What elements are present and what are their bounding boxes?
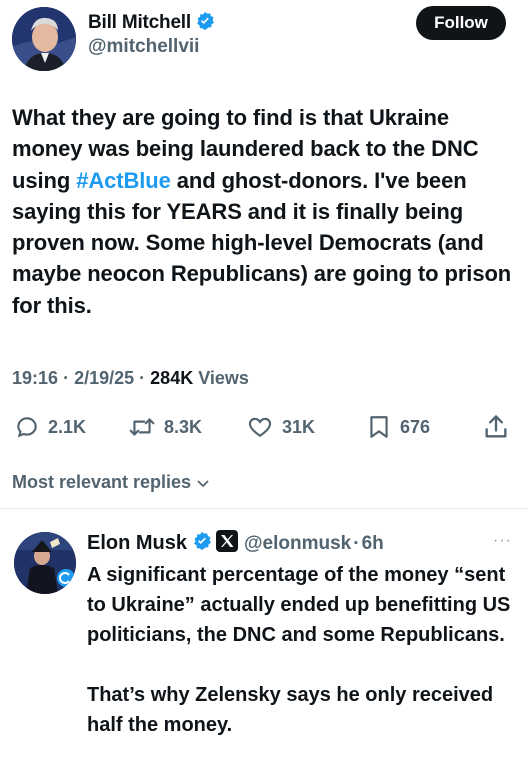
- tweet-time[interactable]: 19:16: [12, 368, 58, 388]
- meta-separator: ·: [139, 368, 146, 388]
- reply-count: 2.1K: [48, 416, 87, 437]
- bookmark-icon: [370, 416, 388, 438]
- like-icon: [248, 417, 272, 437]
- reply-sort-label: Most relevant replies: [12, 472, 192, 492]
- like-count: 31K: [282, 416, 316, 437]
- verified-badge-icon: [192, 531, 212, 556]
- reply-age[interactable]: 6h: [362, 533, 384, 555]
- reply-button[interactable]: 2.1K: [14, 412, 86, 442]
- meta-separator: ·: [63, 368, 70, 388]
- tweet-date[interactable]: 2/19/25: [74, 368, 134, 388]
- like-button[interactable]: 31K: [246, 412, 315, 442]
- reply-author-avatar[interactable]: [14, 532, 76, 594]
- hashtag-link[interactable]: #ActBlue: [76, 168, 171, 193]
- reply-paragraph: A significant percentage of the money “s…: [87, 564, 511, 646]
- share-icon: [485, 415, 507, 438]
- reply-separator: ·: [353, 532, 360, 554]
- tweet-text: What they are going to find is that Ukra…: [12, 102, 518, 321]
- reply-author-handle[interactable]: @elonmusk: [244, 533, 351, 555]
- more-icon[interactable]: ···: [493, 532, 512, 550]
- reply-sort-dropdown[interactable]: Most relevant replies: [12, 472, 211, 493]
- verified-badge-icon: [195, 11, 215, 37]
- follow-button[interactable]: Follow: [416, 6, 506, 40]
- bookmark-count: 676: [400, 416, 431, 437]
- reply-header: Elon Musk @elonmusk · 6h: [87, 530, 384, 557]
- reply-text: A significant percentage of the money “s…: [87, 560, 517, 770]
- chevron-down-icon: [197, 479, 209, 487]
- repost-button[interactable]: 8.3K: [128, 412, 202, 442]
- reply-paragraph: That’s why Zelensky says he only receive…: [87, 684, 494, 736]
- share-button[interactable]: [482, 412, 518, 442]
- x-logo-icon: [216, 530, 239, 557]
- repost-icon: [129, 418, 155, 436]
- repost-count: 8.3K: [164, 416, 203, 437]
- views-label: Views: [198, 368, 249, 388]
- views-count[interactable]: 284K: [150, 368, 193, 388]
- author-name[interactable]: Bill Mitchell: [88, 11, 215, 37]
- bookmark-button[interactable]: 676: [366, 412, 430, 442]
- author-avatar[interactable]: [12, 7, 76, 71]
- tweet-meta: 19:16 · 2/19/25 · 284K Views: [12, 368, 249, 389]
- reply-icon: [17, 417, 37, 438]
- divider: [0, 508, 528, 509]
- reply-author-name[interactable]: Elon Musk: [87, 532, 187, 555]
- author-handle[interactable]: @mitchellvii: [88, 36, 199, 58]
